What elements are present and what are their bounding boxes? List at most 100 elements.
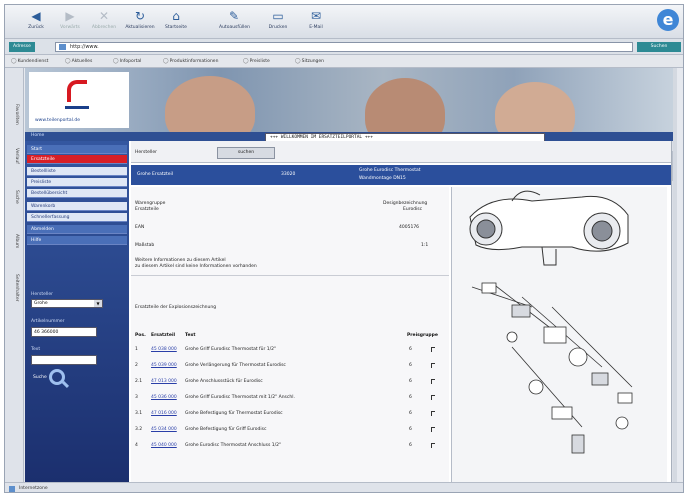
row-group: 6 bbox=[409, 347, 412, 352]
status-text: Internetzone bbox=[19, 486, 48, 491]
row-checkbox[interactable] bbox=[431, 395, 435, 400]
status-bar: Internetzone bbox=[5, 482, 683, 492]
url-input[interactable]: http://www. bbox=[55, 42, 633, 52]
print-icon: ▭ bbox=[272, 9, 284, 23]
stop-button[interactable]: ✕ Abbrechen bbox=[89, 8, 119, 36]
row-artno-link[interactable]: 45 039 000 bbox=[151, 363, 177, 368]
print-button[interactable]: ▭ Drucken bbox=[263, 8, 293, 36]
autofill-label: Autoausfüllen bbox=[219, 25, 250, 30]
go-button[interactable]: Suchen bbox=[637, 42, 681, 52]
row-artno-link[interactable]: 47 016 000 bbox=[151, 411, 177, 416]
col-header-artno: Ersatzteil bbox=[151, 333, 176, 338]
row-artno-link[interactable]: 47 013 000 bbox=[151, 379, 177, 384]
row-checkbox[interactable] bbox=[431, 347, 435, 352]
search-button[interactable]: Suche bbox=[33, 369, 65, 385]
row-text: Grohe Anschlussstück für Eurodisc bbox=[185, 379, 263, 384]
sidebar-item-abmelden[interactable]: Abmelden bbox=[27, 225, 127, 234]
sidebar-item-preisliste[interactable]: Preisliste bbox=[27, 178, 127, 187]
back-arrow-icon: ◀ bbox=[31, 9, 41, 23]
sidebar-item-bestellliste[interactable]: Bestellliste bbox=[27, 167, 127, 176]
row-artno-link[interactable]: 45 036 000 bbox=[151, 395, 177, 400]
page-scrollbar[interactable] bbox=[673, 68, 677, 482]
detail-sub: Ersatzteile bbox=[135, 207, 159, 212]
row-group: 6 bbox=[409, 379, 412, 384]
back-label: Zurück bbox=[28, 25, 44, 30]
link-item[interactable]: Produktinformationen bbox=[163, 58, 219, 64]
explorer-tab-album[interactable]: Album bbox=[8, 234, 19, 248]
explorer-tab-history[interactable]: Verlauf bbox=[8, 148, 19, 164]
detail-value: Eurodisc bbox=[403, 207, 423, 212]
result-desc: Wandmontage DN15 bbox=[359, 176, 406, 181]
info-note: Weitere Informationen zu diesem Artikel bbox=[135, 258, 226, 263]
autofill-button[interactable]: ✎ Autoausfüllen bbox=[219, 8, 250, 36]
explorer-tab-pageholder[interactable]: Seitenhalter bbox=[8, 274, 19, 302]
info-note: zu diesem Artikel sind keine Information… bbox=[135, 264, 257, 269]
row-checkbox[interactable] bbox=[431, 363, 435, 368]
banner-photo bbox=[365, 78, 445, 132]
sidebar: Start Ersatzteile Bestellliste Preislist… bbox=[25, 141, 129, 482]
row-artno-link[interactable]: 45 038 000 bbox=[151, 347, 177, 352]
browser-logo-icon: e bbox=[657, 9, 679, 31]
mail-icon: ✉ bbox=[310, 9, 322, 23]
main-content: Hersteller suchen Grohe Ersatzteil 33020… bbox=[131, 141, 677, 482]
row-group: 6 bbox=[409, 395, 412, 400]
detail-value: 4005176 bbox=[399, 225, 420, 230]
row-artno-link[interactable]: 45 040 000 bbox=[151, 443, 177, 448]
chevron-down-icon: ▼ bbox=[94, 300, 102, 307]
search-icon bbox=[49, 369, 65, 385]
zone-icon bbox=[9, 486, 15, 492]
search-label: Suche bbox=[33, 375, 47, 380]
filter-search-button[interactable]: suchen bbox=[217, 147, 275, 159]
link-item[interactable]: Infoportal bbox=[113, 58, 142, 64]
brand-logo[interactable]: www.teilenportal.de bbox=[29, 72, 129, 128]
sidebar-item-hilfe[interactable]: Hilfe bbox=[27, 236, 127, 245]
link-item[interactable]: Preisliste bbox=[243, 58, 270, 64]
explorer-tab-favorites[interactable]: Favoriten bbox=[8, 104, 19, 125]
url-text: http://www. bbox=[70, 44, 99, 50]
sidebar-item-schnellerfassung[interactable]: Schnellerfassung bbox=[27, 213, 127, 222]
address-label: Adresse bbox=[9, 42, 35, 52]
detail-value: Designbezeichnung bbox=[383, 201, 428, 206]
brand-select[interactable]: Grohe ▼ bbox=[31, 299, 103, 308]
exploded-view-drawing[interactable] bbox=[451, 187, 667, 482]
mail-button[interactable]: ✉ E-Mail bbox=[301, 8, 331, 36]
link-item[interactable]: Sitzungen bbox=[295, 58, 324, 64]
sidebar-item-ersatzteile[interactable]: Ersatzteile bbox=[27, 155, 127, 164]
sidebar-item-warenkorb[interactable]: Warenkorb bbox=[27, 202, 127, 211]
row-pos: 2.1 bbox=[135, 379, 143, 384]
autofill-icon: ✎ bbox=[228, 9, 240, 23]
row-artno-link[interactable]: 45 034 000 bbox=[151, 427, 177, 432]
forward-button[interactable]: ▶ Vorwärts bbox=[55, 8, 85, 36]
text-label: Text bbox=[31, 347, 41, 352]
link-item[interactable]: Kundendienst bbox=[11, 58, 49, 64]
header-banner: www.teilenportal.de bbox=[25, 68, 677, 132]
result-name: Grohe Ersatzteil bbox=[137, 172, 173, 177]
nav-header[interactable]: Home bbox=[31, 133, 44, 138]
row-text: Grohe Griff Eurodisc Thermostat mit 1/2"… bbox=[185, 395, 295, 400]
artno-input[interactable]: 46 366000 bbox=[31, 327, 97, 337]
page-icon bbox=[59, 44, 66, 50]
back-button[interactable]: ◀ Zurück bbox=[21, 8, 51, 36]
brand-value: Grohe bbox=[34, 301, 48, 306]
artno-label: Artikelnummer bbox=[31, 319, 65, 324]
row-pos: 1 bbox=[135, 347, 138, 352]
home-button[interactable]: ⌂ Startseite bbox=[161, 8, 191, 36]
refresh-button[interactable]: ↻ Aktualisieren bbox=[125, 8, 155, 36]
home-icon: ⌂ bbox=[172, 9, 180, 23]
address-bar: Adresse http://www. Suchen bbox=[5, 39, 683, 55]
row-checkbox[interactable] bbox=[431, 411, 435, 416]
row-checkbox[interactable] bbox=[431, 443, 435, 448]
links-bar: Kundendienst Aktuelles Infoportal Produk… bbox=[5, 55, 683, 68]
row-checkbox[interactable] bbox=[431, 427, 435, 432]
print-label: Drucken bbox=[268, 25, 288, 30]
sidebar-item-bestelluebersicht[interactable]: Bestellübersicht bbox=[27, 189, 127, 198]
explorer-tab-search[interactable]: Suche bbox=[8, 190, 19, 204]
result-row[interactable]: Grohe Ersatzteil 33020 Grohe Eurodisc Th… bbox=[131, 165, 671, 185]
divider bbox=[131, 275, 449, 276]
table-title: Ersatzteile der Explosionszeichnung bbox=[135, 305, 217, 310]
row-checkbox[interactable] bbox=[431, 379, 435, 384]
row-pos: 3.1 bbox=[135, 411, 143, 416]
sidebar-item-start[interactable]: Start bbox=[27, 145, 127, 154]
text-input[interactable] bbox=[31, 355, 97, 365]
link-item[interactable]: Aktuelles bbox=[65, 58, 93, 64]
